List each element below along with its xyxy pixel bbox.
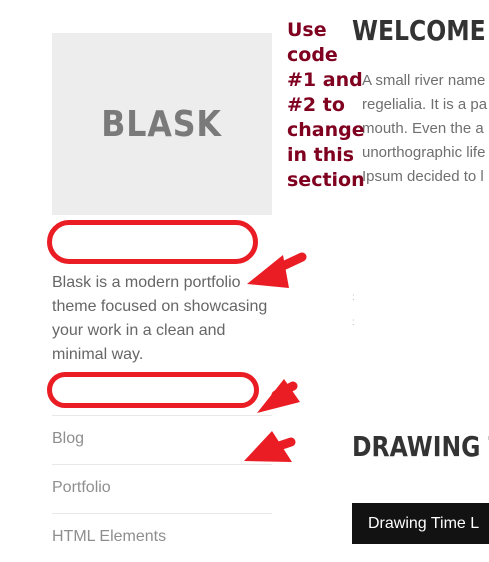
highlight-ring-1	[47, 220, 258, 264]
nav-item-blog[interactable]: Blog	[52, 415, 272, 464]
site-logo[interactable]: BLASK	[52, 33, 272, 215]
intro-line: mouth. Even the a	[362, 120, 484, 137]
intro-line: regelialia. It is a pa	[362, 96, 488, 113]
intro-line: Ipsum decided to l	[362, 168, 484, 185]
intro-line: A small river name	[362, 72, 486, 89]
faint-separator-dots: ::	[352, 292, 355, 328]
logo-text: BLASK	[101, 103, 223, 145]
site-tagline: Blask is a modern portfolio theme focuse…	[52, 274, 268, 363]
video-title[interactable]: Drawing Time L	[368, 515, 479, 533]
nav-item-html-elements[interactable]: HTML Elements	[52, 513, 272, 562]
sidebar-nav: Blog Portfolio HTML Elements	[52, 415, 272, 562]
intro-paragraph: A small river name regelialia. It is a p…	[362, 69, 489, 189]
intro-line: unorthographic life	[362, 144, 486, 161]
video-embed[interactable]: Drawing Time L	[352, 503, 489, 544]
welcome-heading: WELCOME	[352, 14, 486, 47]
drawing-heading: DRAWING T	[352, 430, 489, 463]
annotation-note: Use code #1 and #2 to change in this sec…	[287, 19, 365, 191]
arrow-2-icon	[257, 379, 300, 413]
highlight-ring-2	[47, 372, 259, 408]
nav-item-portfolio[interactable]: Portfolio	[52, 464, 272, 513]
